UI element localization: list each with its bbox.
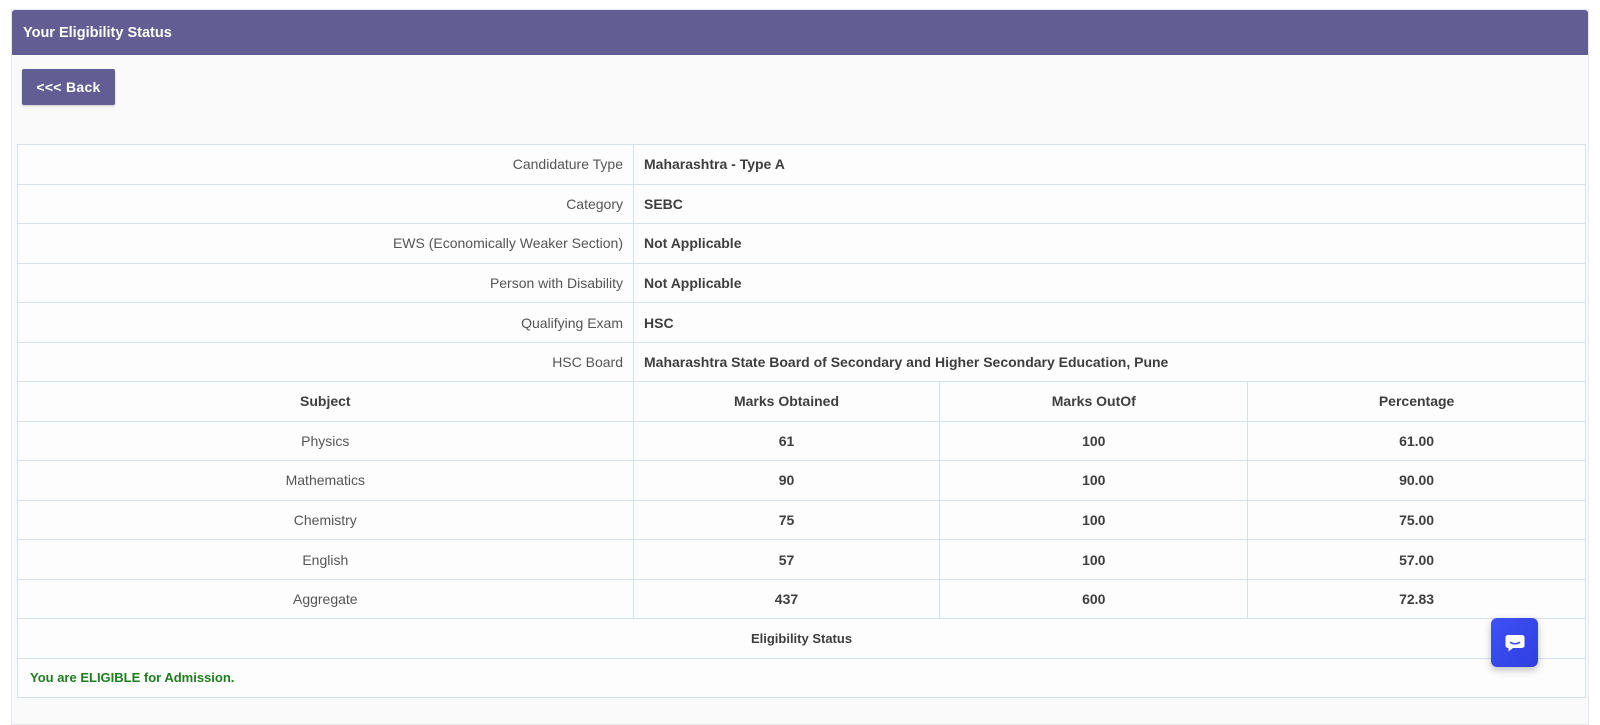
column-header-subject: Subject [17, 381, 634, 422]
eligibility-message: You are ELIGIBLE for Admission. [17, 657, 1586, 699]
out-of-cell: 100 [939, 539, 1249, 580]
percentage-cell: 61.00 [1247, 420, 1586, 462]
info-label: Person with Disability [17, 262, 634, 304]
info-label: HSC Board [17, 341, 634, 383]
info-value: Maharashtra - Type A [633, 144, 1586, 185]
table-row: You are ELIGIBLE for Admission. [17, 657, 1586, 699]
column-header-percentage: Percentage [1247, 381, 1586, 422]
out-of-cell: 100 [939, 420, 1249, 462]
obtained-cell: 90 [632, 460, 941, 501]
info-value: Maharashtra State Board of Secondary and… [633, 341, 1586, 383]
table-row: Mathematics 90 100 90.00 [17, 460, 1586, 501]
subject-cell: Physics [17, 420, 634, 462]
out-of-cell: 600 [939, 578, 1249, 620]
table-row: Category SEBC [17, 183, 1586, 225]
table-row: Eligibility Status [17, 618, 1586, 659]
subject-cell: Chemistry [17, 499, 634, 541]
out-of-cell: 100 [939, 499, 1249, 541]
percentage-cell: 90.00 [1247, 460, 1586, 501]
percentage-cell: 57.00 [1247, 539, 1586, 580]
table-row: Physics 61 100 61.00 [17, 420, 1586, 462]
column-header-obtained: Marks Obtained [632, 381, 941, 422]
table-row: Candidature Type Maharashtra - Type A [17, 144, 1586, 185]
eligibility-heading: Eligibility Status [17, 618, 1586, 659]
info-label: Candidature Type [17, 144, 634, 185]
subject-cell: Mathematics [17, 460, 634, 501]
obtained-cell: 437 [632, 578, 941, 620]
subject-cell: Aggregate [17, 578, 634, 620]
obtained-cell: 75 [632, 499, 941, 541]
chat-bubble-icon [1505, 634, 1524, 651]
table-row: English 57 100 57.00 [17, 539, 1586, 580]
chat-button[interactable] [1491, 618, 1538, 667]
candidate-info-table: Candidature Type Maharashtra - Type A Ca… [17, 144, 1586, 383]
eligibility-panel: Your Eligibility Status <<< Back Candida… [11, 9, 1589, 725]
page-title: Your Eligibility Status [23, 24, 172, 41]
table-row: Qualifying Exam HSC [17, 302, 1586, 343]
info-value: Not Applicable [633, 223, 1586, 264]
out-of-cell: 100 [939, 460, 1249, 501]
obtained-cell: 57 [632, 539, 941, 580]
info-value: SEBC [633, 183, 1586, 225]
table-row: Chemistry 75 100 75.00 [17, 499, 1586, 541]
info-label: EWS (Economically Weaker Section) [17, 223, 634, 264]
panel-header: Your Eligibility Status [12, 10, 1588, 55]
info-value: HSC [633, 302, 1586, 343]
table-header-row: Subject Marks Obtained Marks OutOf Perce… [17, 381, 1586, 422]
column-header-out-of: Marks OutOf [939, 381, 1249, 422]
percentage-cell: 75.00 [1247, 499, 1586, 541]
percentage-cell: 72.83 [1247, 578, 1586, 620]
table-row: Person with Disability Not Applicable [17, 262, 1586, 304]
table-row: EWS (Economically Weaker Section) Not Ap… [17, 223, 1586, 264]
marks-table: Subject Marks Obtained Marks OutOf Perce… [17, 381, 1586, 620]
info-value: Not Applicable [633, 262, 1586, 304]
table-row: Aggregate 437 600 72.83 [17, 578, 1586, 620]
table-row: HSC Board Maharashtra State Board of Sec… [17, 341, 1586, 383]
info-label: Category [17, 183, 634, 225]
obtained-cell: 61 [632, 420, 941, 462]
eligibility-table: Eligibility Status You are ELIGIBLE for … [17, 618, 1586, 699]
back-button[interactable]: <<< Back [22, 69, 115, 105]
info-label: Qualifying Exam [17, 302, 634, 343]
subject-cell: English [17, 539, 634, 580]
